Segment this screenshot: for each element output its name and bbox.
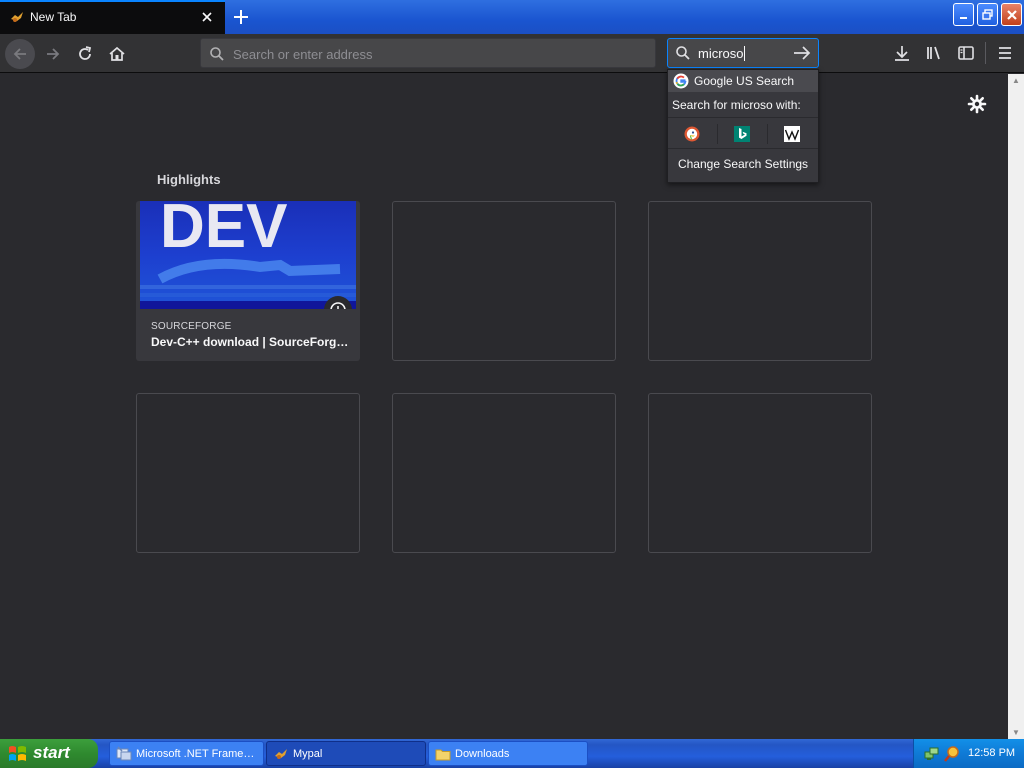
home-button[interactable]: [102, 39, 132, 69]
window-close-icon: [1006, 9, 1017, 20]
start-label: start: [33, 743, 70, 762]
scroll-down-icon[interactable]: ▼: [1012, 728, 1020, 737]
change-search-settings-button[interactable]: Change Search Settings: [668, 157, 818, 171]
mypal-logo-icon: [275, 749, 287, 759]
empty-highlight-card: [392, 393, 616, 553]
search-suggestions-popup: Google US Search Search for microso with…: [667, 69, 819, 183]
library-button[interactable]: [924, 43, 944, 63]
restore-button[interactable]: [977, 3, 998, 26]
search-input[interactable]: microso: [698, 46, 744, 61]
empty-highlight-card: [648, 393, 872, 553]
reload-button[interactable]: [70, 39, 100, 69]
engine-separator: [717, 124, 718, 144]
taskbar-item-label: Mypal: [293, 748, 323, 760]
search-with-heading: Search for microso with:: [672, 98, 801, 112]
duckduckgo-icon[interactable]: [684, 126, 700, 142]
back-icon: [13, 48, 26, 60]
downloads-icon: [895, 46, 909, 61]
highlights-heading: Highlights: [157, 172, 221, 187]
default-engine-row[interactable]: Google US Search: [668, 70, 818, 92]
history-clock-icon: [324, 296, 352, 309]
bing-icon[interactable]: [734, 126, 750, 142]
default-engine-label: Google US Search: [694, 74, 795, 88]
tab-title: New Tab: [30, 10, 77, 24]
svg-text:DEV: DEV: [160, 201, 287, 261]
reload-icon: [79, 46, 92, 60]
wikipedia-icon[interactable]: [784, 126, 800, 142]
taskbar: start Microsoft .NET Frame… Mypal Downlo…: [0, 739, 1024, 768]
tab-new-tab[interactable]: New Tab: [0, 0, 225, 34]
taskbar-item-label: Downloads: [455, 748, 510, 760]
address-bar[interactable]: [200, 38, 656, 68]
back-button[interactable]: [5, 39, 35, 69]
dev-cpp-logo-thumbnail: DEV: [140, 201, 356, 309]
highlight-host: SOURCEFORGE: [151, 321, 232, 332]
windows-logo-icon: [9, 746, 26, 761]
taskbar-item-dotnet-installer[interactable]: Microsoft .NET Frame…: [109, 741, 264, 766]
forward-icon: [47, 48, 60, 60]
one-off-search-buttons: [668, 117, 818, 149]
home-icon: [109, 46, 125, 61]
active-tab-indicator: [0, 0, 225, 2]
text-caret: [744, 46, 745, 61]
window-close-button[interactable]: [1001, 3, 1022, 26]
engine-separator: [767, 124, 768, 144]
menu-button[interactable]: [995, 43, 1015, 63]
search-bar[interactable]: microso: [667, 38, 819, 68]
highlight-card[interactable]: DEV SOURCEFORGE Dev-C++ download | Sourc…: [136, 201, 360, 361]
thumbnail-image: DEV: [140, 201, 356, 309]
mypal-logo-icon: [11, 12, 23, 22]
search-icon: [676, 46, 690, 60]
taskbar-item-mypal[interactable]: Mypal: [266, 741, 426, 766]
gear-icon[interactable]: [967, 94, 987, 114]
installer-icon: [116, 746, 132, 761]
minimize-icon: [959, 16, 967, 19]
empty-highlight-card: [136, 393, 360, 553]
taskbar-item-downloads-folder[interactable]: Downloads: [428, 741, 588, 766]
minimize-button[interactable]: [953, 3, 974, 26]
downloads-button[interactable]: [892, 43, 912, 63]
scroll-up-icon[interactable]: ▲: [1012, 76, 1020, 85]
sidebar-icon: [958, 46, 974, 60]
start-button[interactable]: start: [0, 739, 98, 768]
empty-highlight-card: [392, 201, 616, 361]
close-tab-icon[interactable]: [198, 8, 216, 26]
highlight-title: Dev-C++ download | SourceForg…: [151, 335, 349, 349]
toolbar-separator: [985, 42, 986, 64]
network-tray-icon[interactable]: [924, 746, 940, 762]
empty-highlight-card: [648, 201, 872, 361]
vertical-scrollbar[interactable]: ▲ ▼: [1008, 74, 1024, 739]
library-icon: [927, 46, 940, 60]
folder-icon: [435, 749, 451, 761]
go-arrow-icon[interactable]: [792, 44, 812, 62]
clock: 12:58 PM: [968, 747, 1016, 759]
address-input[interactable]: [233, 45, 643, 63]
search-tray-icon[interactable]: [943, 745, 961, 763]
forward-button[interactable]: [38, 39, 68, 69]
search-icon: [210, 47, 224, 61]
sidebar-button[interactable]: [956, 43, 976, 63]
menu-icon: [999, 47, 1011, 59]
system-tray: 12:58 PM: [913, 739, 1024, 768]
tab-strip: New Tab: [0, 0, 1024, 34]
taskbar-item-label: Microsoft .NET Frame…: [136, 748, 255, 760]
google-icon: [673, 73, 689, 89]
restore-icon: [981, 8, 993, 20]
new-tab-plus-icon[interactable]: [229, 5, 253, 29]
navigation-toolbar: microso: [0, 34, 1024, 73]
